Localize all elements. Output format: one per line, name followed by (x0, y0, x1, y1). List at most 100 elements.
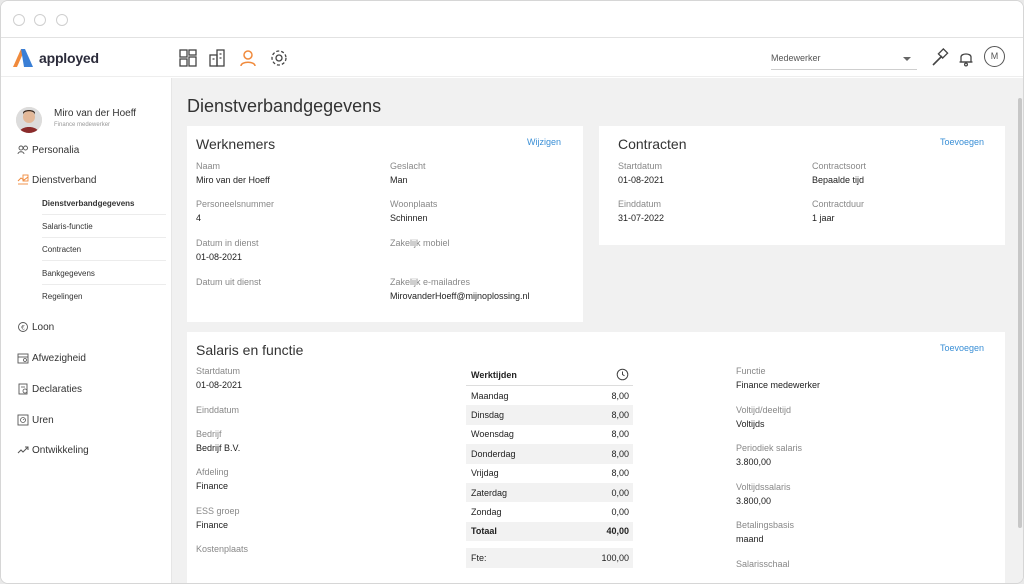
contractduur-value: 1 jaar (812, 213, 835, 223)
contracten-card: Contracten Toevoegen Startdatum 01-08-20… (599, 126, 1005, 245)
receipt-icon (18, 383, 28, 395)
subnav-bankgegevens[interactable]: Bankgegevens (42, 269, 166, 285)
woonplaats-value: Schinnen (390, 213, 428, 223)
window-titlebar (1, 1, 1023, 38)
hours-value: 0,00 (611, 487, 629, 498)
field-label: Contractduur (812, 199, 865, 209)
contractsoort-value: Bepaalde tijd (812, 175, 865, 185)
field-label: Personeelsnummer (196, 199, 275, 209)
day-label: Maandag (471, 390, 509, 401)
page-title: Dienstverbandgegevens (187, 96, 382, 116)
field-label: Startdatum (196, 366, 241, 376)
user-avatar-button[interactable]: M (984, 46, 1005, 67)
wijzigen-link[interactable]: Wijzigen (527, 137, 561, 147)
salaris-toevoegen-link[interactable]: Toevoegen (940, 343, 984, 353)
betalingsbasis-value: maand (736, 534, 764, 544)
person-icon[interactable] (238, 48, 258, 68)
table-row: Zaterdag 0,00 (466, 482, 633, 503)
field-label: Startdatum (618, 161, 663, 171)
sidebar-item-label: Personalia (32, 144, 80, 156)
user-role: Finance medewerker (54, 122, 111, 128)
card-title: Contracten (618, 136, 687, 152)
email-value: MirovanderHoeff@mijnoplossing.nl (390, 291, 530, 301)
table-row: Dinsdag 8,00 (466, 405, 633, 425)
day-label: Dinsdag (471, 410, 505, 421)
sidebar-item-label: Dienstverband (32, 174, 97, 186)
chevron-down-icon (903, 57, 911, 61)
salaris-startdatum-value: 01-08-2021 (196, 380, 243, 390)
sidebar-item-declaraties[interactable]: Declaraties (17, 383, 82, 395)
window-minimize-button[interactable] (34, 14, 46, 26)
hours-value: 8,00 (611, 410, 629, 421)
sidebar-item-dienstverband[interactable]: Dienstverband (17, 174, 96, 186)
day-label: Donderdag (471, 448, 516, 459)
subnav-dienstverbandgegevens[interactable]: Dienstverbandgegevens (42, 199, 166, 215)
role-select[interactable]: Medewerker (771, 48, 917, 70)
table-row: Donderdag 8,00 (466, 444, 633, 464)
dashboard-icon[interactable] (178, 48, 198, 68)
field-label: ESS groep (196, 506, 240, 516)
fte-row: Fte: 100,00 (466, 548, 633, 568)
field-label: Naam (196, 161, 221, 171)
main-content: Dienstverbandgegevens Werknemers Wijzige… (172, 78, 1023, 583)
calendar-absence-icon (17, 353, 29, 364)
sidebar-item-label: Loon (32, 321, 55, 333)
field-label: Salarisschaal (736, 559, 790, 569)
notification-bell-icon[interactable] (956, 48, 976, 68)
trend-up-icon (17, 446, 29, 454)
field-label: Datum uit dienst (196, 277, 262, 287)
sidebar-item-loon[interactable]: € Loon (17, 321, 54, 333)
field-label: Bedrijf (196, 429, 222, 439)
brand-logo[interactable]: apployed (11, 48, 99, 68)
hours-value: 8,00 (611, 429, 629, 440)
hammer-tools-icon[interactable] (929, 48, 949, 68)
naam-value: Miro van der Hoeff (196, 175, 270, 185)
subnav-contracten[interactable]: Contracten (42, 245, 166, 261)
card-title: Werknemers (196, 136, 276, 152)
field-label: Kostenplaats (196, 544, 249, 554)
scrollbar-thumb[interactable] (1018, 98, 1022, 528)
field-label: Woonplaats (390, 199, 438, 209)
field-label: Zakelijk e-mailadres (390, 277, 471, 287)
subnav-salaris-functie[interactable]: Salaris-functie (42, 222, 166, 238)
field-label: Zakelijk mobiel (390, 238, 450, 248)
einddatum-value: 31-07-2022 (618, 213, 665, 223)
sidebar: Miro van der Hoeff Finance medewerker Pe… (1, 78, 172, 583)
user-avatar (16, 107, 42, 133)
sidebar-item-afwezigheid[interactable]: Afwezigheid (17, 352, 86, 364)
profile-photo-icon (16, 107, 42, 133)
werktijden-header: Werktijden (466, 364, 633, 386)
sidebar-item-uren[interactable]: Uren (17, 414, 54, 426)
fte-label: Fte: (471, 552, 487, 563)
subnav-regelingen[interactable]: Regelingen (42, 292, 166, 307)
settings-gear-icon[interactable] (269, 48, 289, 68)
window-close-button[interactable] (13, 14, 25, 26)
total-row: Totaal 40,00 (466, 521, 633, 542)
startdatum-value: 01-08-2021 (618, 175, 665, 185)
voltijd-value: Voltijds (736, 419, 765, 429)
datum-in-dienst-value: 01-08-2021 (196, 252, 243, 262)
table-row: Vrijdag 8,00 (466, 464, 633, 483)
contracten-toevoegen-link[interactable]: Toevoegen (940, 137, 984, 147)
functie-value: Finance medewerker (736, 380, 821, 390)
werknemers-card: Werknemers Wijzigen Naam Miro van der Ho… (187, 126, 583, 322)
clock-icon (616, 368, 629, 381)
main-scrollbar[interactable] (1017, 78, 1023, 583)
geslacht-value: Man (390, 175, 408, 185)
field-label: Datum in dienst (196, 238, 259, 248)
sidebar-item-ontwikkeling[interactable]: Ontwikkeling (17, 444, 89, 456)
field-label: Periodiek salaris (736, 443, 803, 453)
window-maximize-button[interactable] (56, 14, 68, 26)
contract-handshake-icon (17, 174, 29, 185)
bedrijf-value: Bedrijf B.V. (196, 443, 241, 453)
field-label: Afdeling (196, 467, 229, 477)
apployed-logo-icon (13, 49, 33, 67)
sidebar-item-personalia[interactable]: Personalia (17, 144, 79, 156)
svg-text:€: € (21, 325, 25, 332)
voltijdssalaris-value: 3.800,00 (736, 496, 772, 506)
building-icon[interactable] (207, 48, 227, 68)
sidebar-item-label: Ontwikkeling (32, 444, 89, 456)
field-label: Voltijd/deeltijd (736, 405, 792, 415)
table-row: Woensdag 8,00 (466, 425, 633, 444)
afdeling-value: Finance (196, 481, 229, 491)
